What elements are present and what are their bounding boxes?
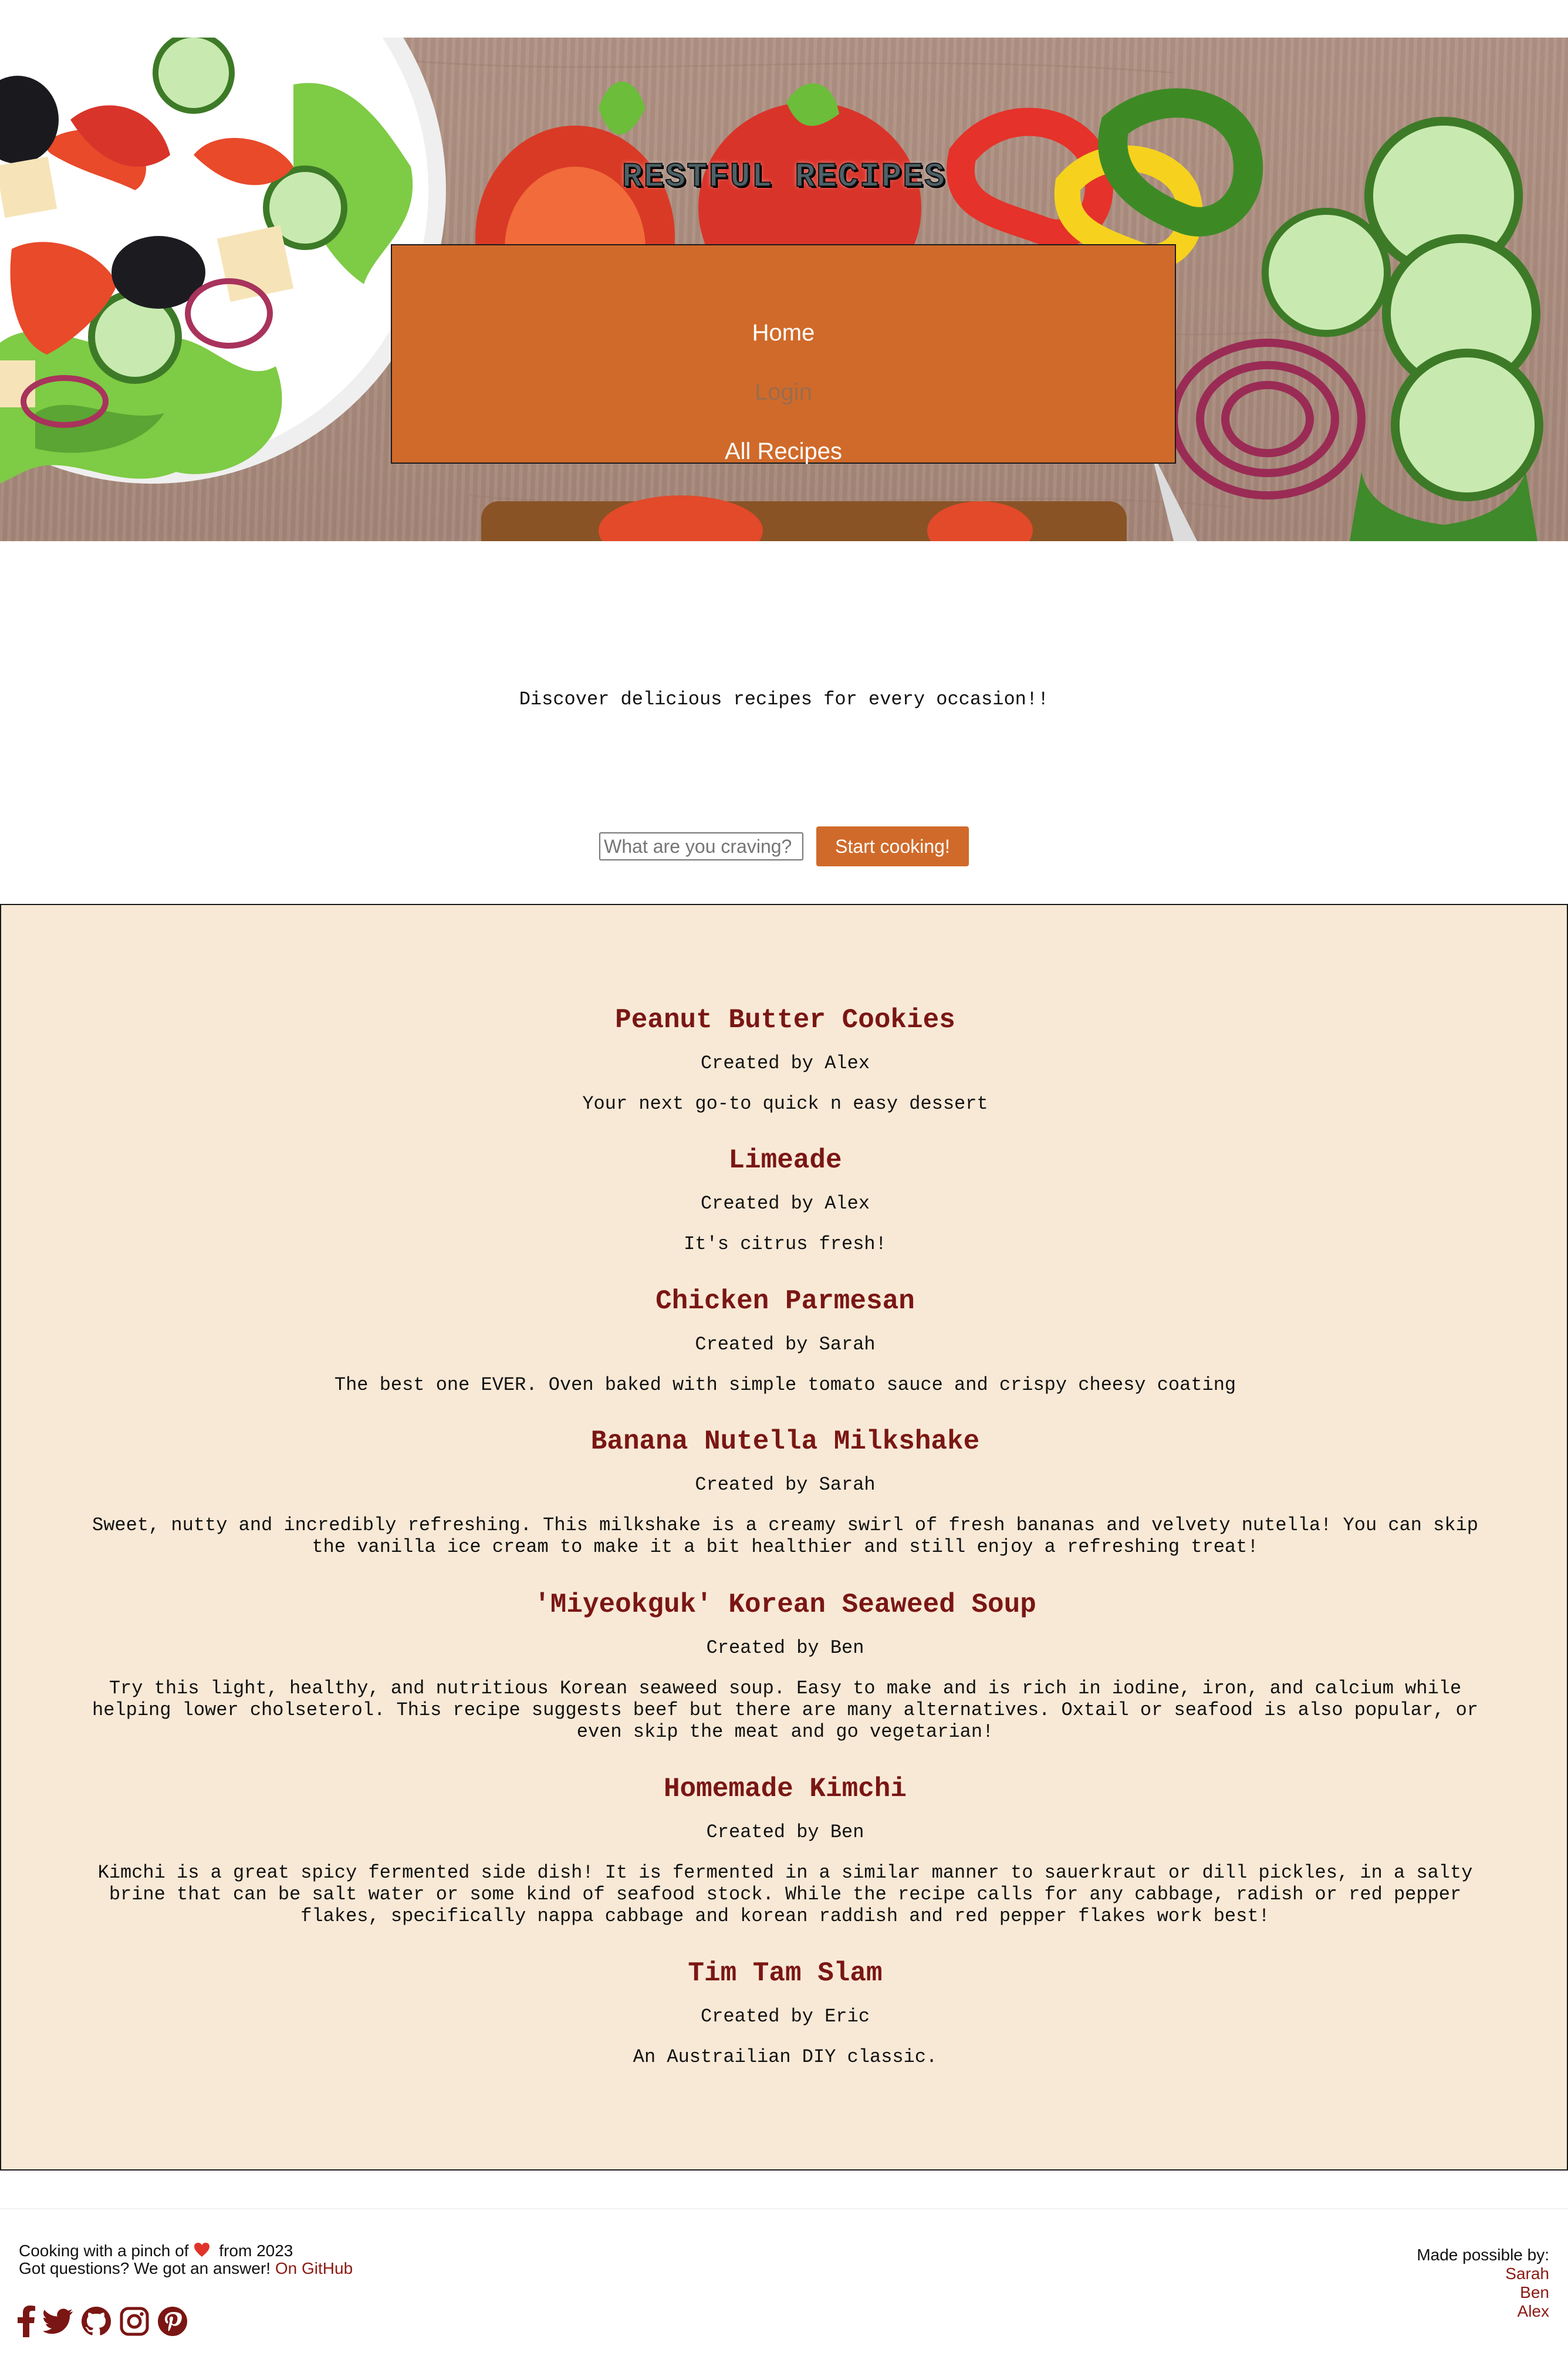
github-icon[interactable]: [81, 2306, 111, 2340]
contributor-link-ben[interactable]: Ben: [1417, 2283, 1549, 2302]
recipe-description: The best one EVER. Oven baked with simpl…: [334, 1374, 1236, 1396]
recipe-author: Created by Ben: [706, 1821, 864, 1843]
footer-suffix: from 2023: [219, 2242, 293, 2260]
recipe-title[interactable]: Banana Nutella Milkshake: [89, 1424, 1481, 1459]
search-input[interactable]: [599, 832, 804, 860]
tagline: Discover delicious recipes for every occ…: [519, 688, 1049, 710]
main-nav: Home Login All Recipes: [391, 244, 1176, 464]
contributor-link-sarah[interactable]: Sarah: [1417, 2264, 1549, 2283]
heart-icon: [194, 2242, 210, 2260]
footer-line-1: Cooking with a pinch of from 2023: [19, 2242, 353, 2260]
recipe-card: Limeade Created by Alex It's citrus fres…: [89, 1143, 1481, 1255]
recipe-title[interactable]: Tim Tam Slam: [89, 1956, 1481, 1991]
instagram-icon[interactable]: [120, 2307, 149, 2339]
footer-info: Cooking with a pinch of from 2023 Got qu…: [19, 2242, 353, 2277]
nav-login-link[interactable]: Login: [392, 379, 1175, 406]
site-title: RESTFUL RECIPES: [621, 158, 947, 197]
facebook-icon[interactable]: [18, 2306, 35, 2340]
recipe-author: Created by Alex: [700, 1193, 870, 1214]
footer-prefix: Cooking with a pinch of: [19, 2242, 189, 2260]
recipe-description: Kimchi is a great spicy fermented side d…: [97, 1862, 1473, 1927]
nav-all-recipes-link[interactable]: All Recipes: [392, 438, 1175, 465]
recipe-author: Created by Ben: [706, 1637, 864, 1659]
recipe-title[interactable]: Homemade Kimchi: [89, 1771, 1481, 1807]
credits: Made possible by: Sarah Ben Alex: [1417, 2246, 1549, 2321]
social-links: [18, 2306, 188, 2340]
recipe-list: Peanut Butter Cookies Created by Alex Yo…: [0, 904, 1568, 2171]
hero-banner: RESTFUL RECIPES Home Login All Recipes: [0, 38, 1568, 541]
footer-question: Got questions? We got an answer!: [19, 2259, 271, 2277]
recipe-card: Tim Tam Slam Created by Eric An Austrail…: [89, 1956, 1481, 2068]
footer-line-2: Got questions? We got an answer! On GitH…: [19, 2260, 353, 2277]
recipe-description: An Austrailian DIY classic.: [633, 2046, 938, 2068]
recipe-title[interactable]: Chicken Parmesan: [89, 1284, 1481, 1319]
recipe-card: 'Miyeokguk' Korean Seaweed Soup Created …: [89, 1587, 1481, 1743]
recipe-title[interactable]: 'Miyeokguk' Korean Seaweed Soup: [89, 1587, 1481, 1622]
recipe-title[interactable]: Peanut Butter Cookies: [89, 1003, 1481, 1038]
recipe-description: Try this light, healthy, and nutritious …: [92, 1677, 1478, 1743]
recipe-card: Homemade Kimchi Created by Ben Kimchi is…: [89, 1771, 1481, 1927]
github-link[interactable]: On GitHub: [275, 2259, 353, 2277]
recipe-description: Sweet, nutty and incredibly refreshing. …: [92, 1514, 1478, 1558]
recipe-author: Created by Sarah: [695, 1474, 876, 1496]
recipe-author: Created by Sarah: [695, 1334, 876, 1355]
pinterest-icon[interactable]: [157, 2306, 188, 2340]
search-bar: Start cooking!: [0, 826, 1568, 866]
recipe-description: It's citrus fresh!: [684, 1233, 887, 1255]
twitter-icon[interactable]: [42, 2308, 73, 2337]
recipe-description: Your next go-to quick n easy dessert: [582, 1093, 988, 1115]
recipe-card: Banana Nutella Milkshake Created by Sara…: [89, 1424, 1481, 1558]
recipe-author: Created by Eric: [700, 2006, 870, 2027]
recipe-card: Peanut Butter Cookies Created by Alex Yo…: [89, 1003, 1481, 1115]
recipe-card: Chicken Parmesan Created by Sarah The be…: [89, 1284, 1481, 1396]
recipe-author: Created by Alex: [700, 1052, 870, 1074]
recipe-title[interactable]: Limeade: [89, 1143, 1481, 1178]
nav-home-link[interactable]: Home: [392, 320, 1175, 346]
start-cooking-button[interactable]: Start cooking!: [816, 826, 969, 866]
contributor-link-alex[interactable]: Alex: [1417, 2302, 1549, 2321]
credits-label: Made possible by:: [1417, 2246, 1549, 2264]
footer-divider: [0, 2208, 1568, 2209]
